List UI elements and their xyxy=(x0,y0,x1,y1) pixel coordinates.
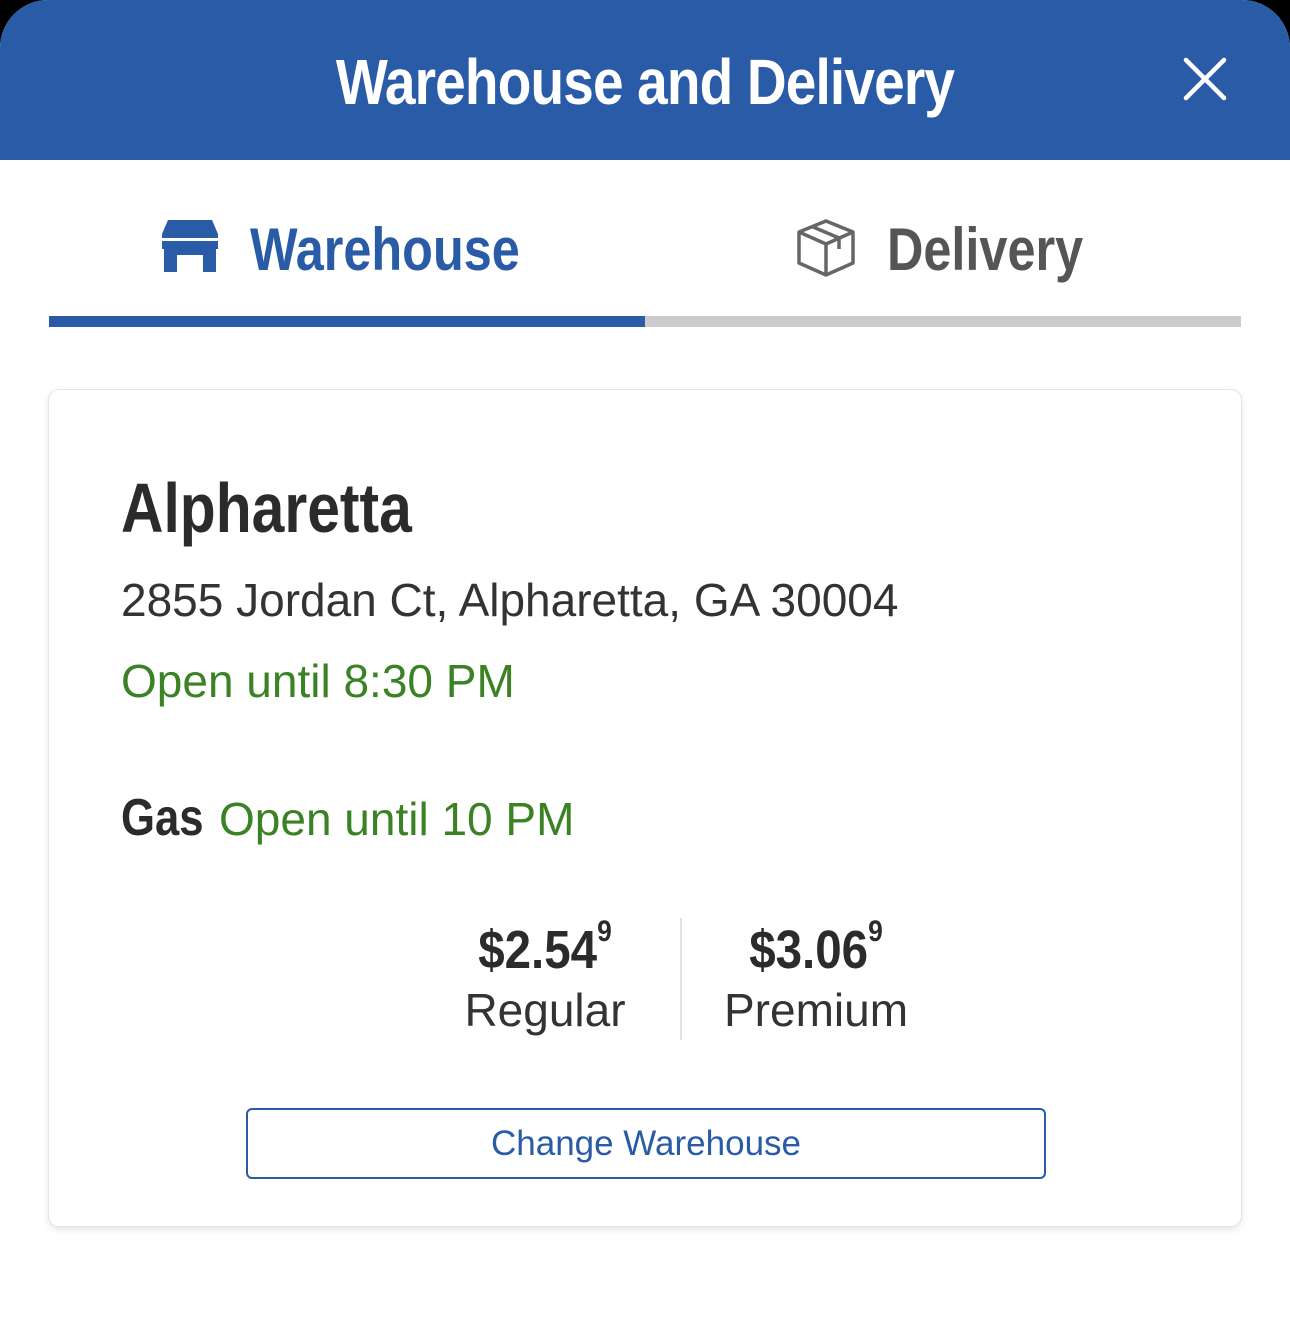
tab-delivery-label: Delivery xyxy=(887,216,1084,283)
price-value: $3.069 xyxy=(702,915,931,982)
change-warehouse-button[interactable]: Change Warehouse xyxy=(246,1108,1046,1179)
modal-title: Warehouse and Delivery xyxy=(335,46,955,118)
tab-warehouse-label: Warehouse xyxy=(250,216,520,283)
modal-header: Warehouse and Delivery xyxy=(0,0,1290,160)
warehouse-delivery-sheet: Warehouse and Delivery Warehouse Deliver… xyxy=(0,0,1290,1339)
price-grade: Regular xyxy=(464,984,626,1036)
tab-warehouse[interactable]: Warehouse xyxy=(49,190,645,310)
gas-price-premium: $3.069 Premium xyxy=(686,915,946,1038)
warehouse-name: Alpharetta xyxy=(121,469,412,547)
tab-indicator-active xyxy=(49,316,645,327)
price-grade: Premium xyxy=(723,984,909,1036)
price-main: $3.06 xyxy=(749,920,869,980)
close-button[interactable] xyxy=(1172,46,1238,112)
price-value: $2.549 xyxy=(431,915,660,982)
warehouse-address: 2855 Jordan Ct, Alpharetta, GA 30004 xyxy=(121,574,899,626)
price-main: $2.54 xyxy=(478,920,598,980)
warehouse-card: Alpharetta 2855 Jordan Ct, Alpharetta, G… xyxy=(49,390,1241,1226)
tab-indicator-inactive xyxy=(645,316,1241,327)
close-icon xyxy=(1183,57,1227,101)
tab-delivery[interactable]: Delivery xyxy=(645,190,1241,310)
store-icon xyxy=(160,218,220,277)
price-divider xyxy=(680,918,682,1040)
gas-price-regular: $2.549 Regular xyxy=(415,915,675,1038)
price-fraction: 9 xyxy=(597,915,612,948)
gas-hours: Open until 10 PM xyxy=(219,793,575,845)
price-fraction: 9 xyxy=(868,915,883,948)
gas-status: Gas Open until 10 PM xyxy=(121,788,574,848)
warehouse-hours: Open until 8:30 PM xyxy=(121,655,515,707)
gas-label: Gas xyxy=(121,789,204,847)
box-icon xyxy=(795,218,857,283)
